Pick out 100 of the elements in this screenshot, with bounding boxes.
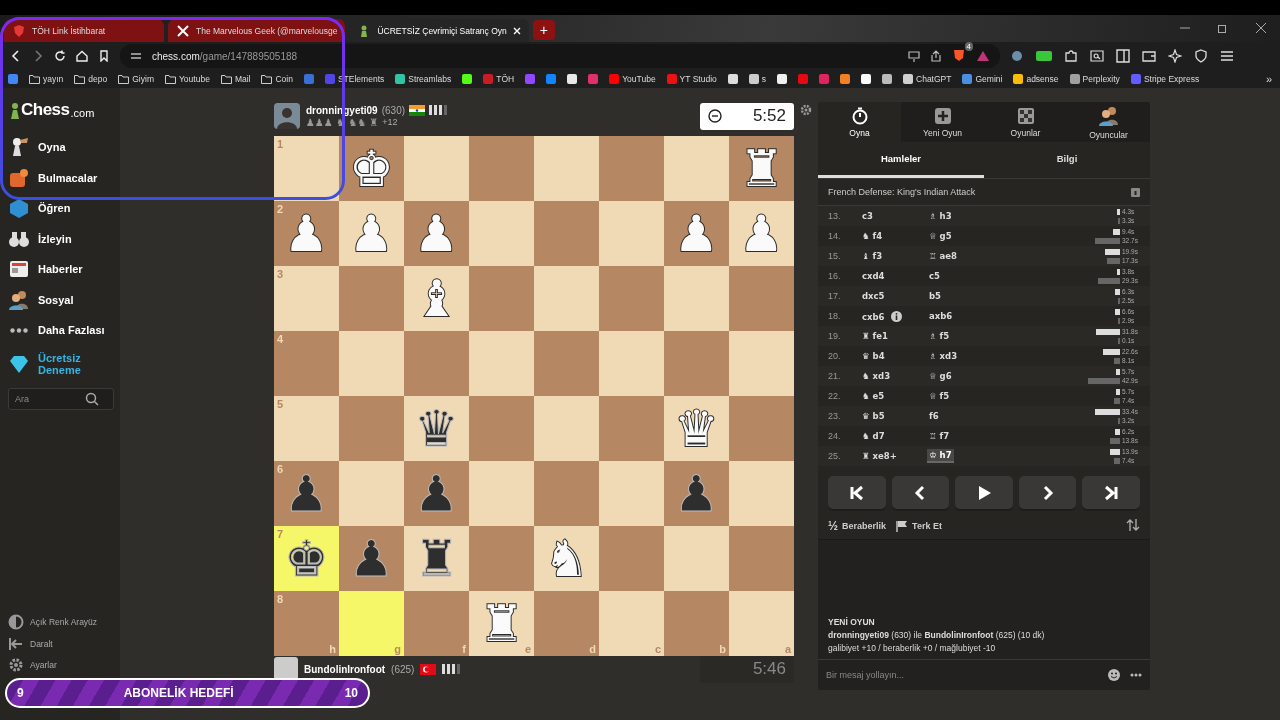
move-notation[interactable]: ♗ xd3 <box>927 350 960 362</box>
board-square[interactable] <box>729 461 794 526</box>
move-notation[interactable]: ♗ h3 <box>927 210 954 222</box>
sub-tab[interactable]: Hamleler <box>818 142 984 178</box>
move-notation[interactable]: ♗ f5 <box>927 330 952 342</box>
board-square[interactable] <box>469 266 534 331</box>
nav-link[interactable]: Oyna <box>8 132 112 163</box>
move-notation[interactable]: ♜ xe8+ <box>860 450 899 462</box>
board-square[interactable] <box>729 266 794 331</box>
nav-link[interactable]: İzleyin <box>8 223 112 254</box>
board-square[interactable] <box>469 201 534 266</box>
bookmark[interactable]: Streamlabs <box>395 74 452 84</box>
chess-piece[interactable]: ♜ <box>414 533 459 584</box>
board-square[interactable] <box>599 266 664 331</box>
nav-link[interactable]: Sosyal <box>8 284 112 315</box>
bookmark[interactable]: ChatGPT <box>903 74 952 84</box>
move-notation[interactable]: b5 <box>927 290 943 302</box>
bookmark[interactable]: depo <box>74 74 108 84</box>
address-bar[interactable]: chess.com/game/147889505188 4 <box>120 44 1000 68</box>
board-square[interactable] <box>599 396 664 461</box>
board-square[interactable] <box>664 266 729 331</box>
chat-field[interactable]: Bir mesaj yollayın... <box>818 659 1150 690</box>
board-square[interactable] <box>599 201 664 266</box>
new-tab-button[interactable]: + <box>532 20 555 40</box>
bookmark[interactable]: Stripe Express <box>1130 74 1200 84</box>
bookmark[interactable]: Youtube <box>165 74 210 84</box>
board-square[interactable] <box>339 266 404 331</box>
chat-input[interactable]: Bir mesaj yollayın... <box>826 670 1098 680</box>
browser-tab[interactable]: The Marvelous Geek (@marvelousge <box>168 19 346 42</box>
board-square[interactable] <box>534 396 599 461</box>
move-notation[interactable]: cxb6 <box>860 309 904 323</box>
chess-piece[interactable]: ♚ <box>284 533 329 584</box>
chess-piece[interactable]: ♟ <box>349 533 394 584</box>
board-square[interactable] <box>599 526 664 591</box>
board-square[interactable] <box>469 396 534 461</box>
navigation-button[interactable] <box>1018 476 1077 509</box>
bookmark[interactable]: Perplexity <box>1069 74 1120 84</box>
close-icon[interactable] <box>512 26 521 35</box>
bookmark[interactable]: Giyim <box>118 74 154 84</box>
more-bookmarks[interactable]: » <box>1265 73 1272 85</box>
browser-tab[interactable]: TÖH Link İstihbarat <box>4 19 164 42</box>
navigation-button[interactable] <box>891 476 950 509</box>
board-square[interactable] <box>599 331 664 396</box>
board-square[interactable]: ♟ <box>339 526 404 591</box>
search-input[interactable]: Ara <box>15 393 85 404</box>
info-icon[interactable] <box>890 310 902 322</box>
board-square[interactable] <box>469 461 534 526</box>
board-square[interactable] <box>469 331 534 396</box>
panel-tab[interactable]: Oyuncular <box>1067 102 1150 142</box>
bookmark[interactable]: YT Studio <box>666 74 717 84</box>
chess-piece[interactable]: ♟ <box>284 468 329 519</box>
move-notation[interactable]: dxc5 <box>860 290 887 302</box>
board-square[interactable] <box>729 331 794 396</box>
board-square[interactable]: ♟ <box>664 461 729 526</box>
board-square[interactable] <box>729 526 794 591</box>
board-square[interactable]: ♜ <box>404 526 469 591</box>
chess-piece[interactable]: ♟ <box>674 468 719 519</box>
move-notation[interactable]: ♖ ae8 <box>927 250 959 262</box>
move-notation[interactable]: ♕ g5 <box>927 230 954 242</box>
nav-link[interactable]: Bulmacalar <box>8 162 112 193</box>
board-square[interactable] <box>534 266 599 331</box>
resign-button[interactable]: Terk Et <box>896 520 942 532</box>
player-name[interactable]: BundolinIronfoot <box>304 663 386 675</box>
move-notation[interactable]: axb6 <box>927 310 955 322</box>
board-square[interactable]: ♛ <box>404 396 469 461</box>
move-notation[interactable]: ♕ g6 <box>927 370 954 382</box>
move-notation[interactable]: ♞ f4 <box>860 230 885 242</box>
search-field[interactable]: Ara <box>8 387 114 410</box>
board-square[interactable] <box>599 461 664 526</box>
nav-link[interactable]: Ücretsiz Deneme <box>8 345 112 382</box>
bookmark[interactable]: adsense <box>1013 74 1059 84</box>
board-square[interactable] <box>599 136 664 201</box>
move-notation[interactable]: ♞ xd3 <box>860 370 893 382</box>
move-notation[interactable]: ♜ fe1 <box>860 330 890 342</box>
panel-tab[interactable]: Yeni Oyun <box>901 102 984 142</box>
board-square[interactable] <box>404 331 469 396</box>
bookmark[interactable]: TÖH <box>483 74 515 84</box>
bookmark[interactable]: Coin <box>261 74 293 84</box>
bookmark[interactable]: YouTube <box>609 74 656 84</box>
board-square[interactable] <box>469 526 534 591</box>
move-notation[interactable]: ♞ d7 <box>860 430 887 442</box>
board-square[interactable] <box>664 526 729 591</box>
move-notation[interactable]: ♕ f5 <box>927 390 952 402</box>
move-notation[interactable]: ♔ h7 <box>927 449 954 463</box>
chess-piece[interactable]: ♟ <box>414 468 459 519</box>
bookmark[interactable]: s <box>748 74 767 84</box>
chess-piece[interactable]: ♛ <box>414 403 459 454</box>
panel-tab[interactable]: Oyunlar <box>984 102 1067 142</box>
board-square[interactable] <box>469 136 534 201</box>
move-notation[interactable]: c5 <box>927 270 942 282</box>
move-notation[interactable]: ♛ b4 <box>860 350 887 362</box>
move-notation[interactable]: c3 <box>860 210 875 222</box>
nav-link[interactable]: Haberler <box>8 254 112 285</box>
board-square[interactable] <box>729 396 794 461</box>
bookmark[interactable]: Gemini <box>962 74 1003 84</box>
board-square[interactable] <box>339 331 404 396</box>
board-square[interactable] <box>664 331 729 396</box>
bookmark[interactable]: Mail <box>220 74 251 84</box>
sidebar-option[interactable]: Daralt <box>8 633 112 655</box>
board-square[interactable] <box>339 461 404 526</box>
